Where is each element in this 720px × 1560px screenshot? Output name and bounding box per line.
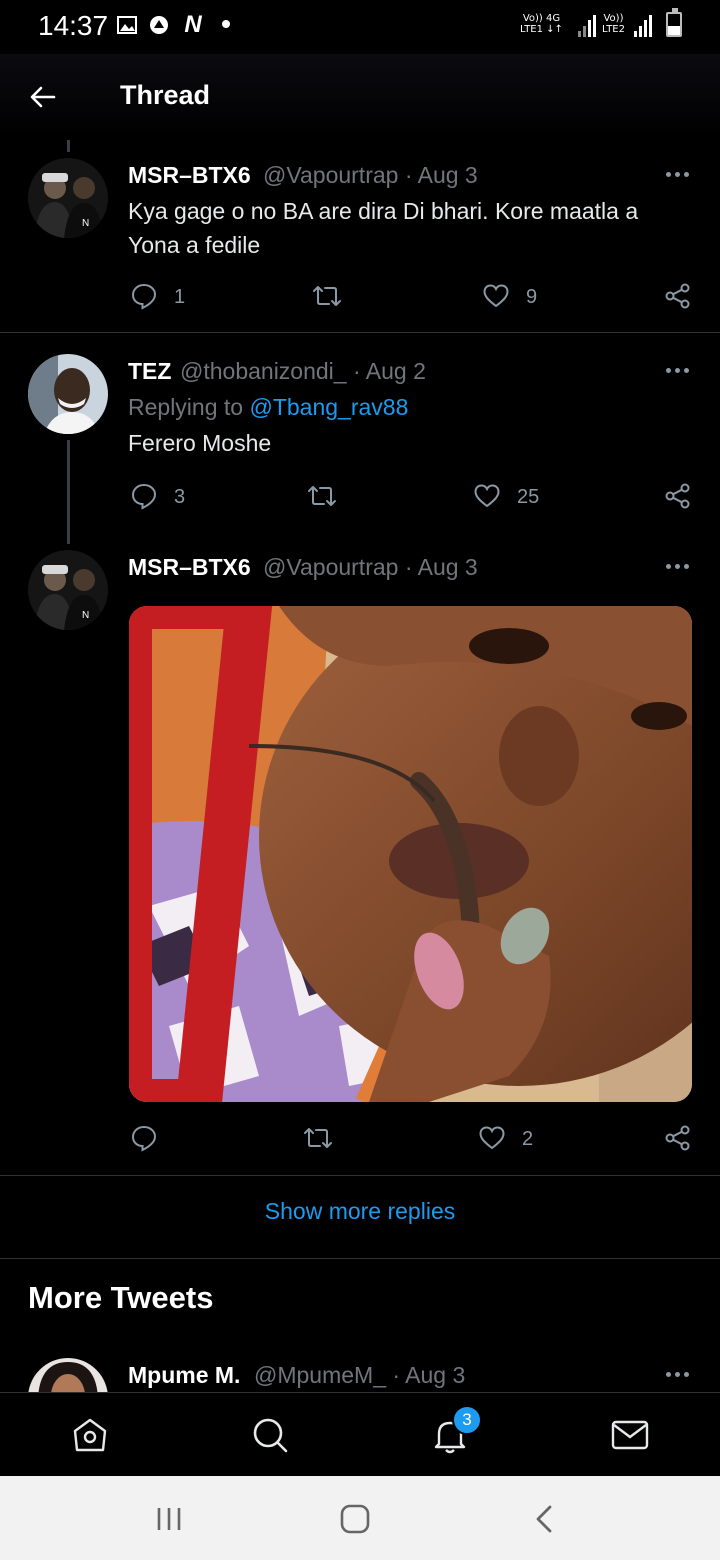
reply-count: 3 [174,486,186,508]
author-handle-date[interactable]: @MpumeM_ · Aug 3 [254,1362,465,1389]
replying-to: Replying to @Tbang_rav88 [128,394,409,420]
retweet-icon [313,286,341,306]
share-icon [665,483,690,509]
system-back-icon[interactable] [530,1504,560,1534]
svg-text:N: N [82,610,89,621]
reply-icon [131,483,157,510]
author-handle-date[interactable]: @thobanizondi_ · Aug 2 [180,358,426,385]
like-button[interactable]: 9 [482,282,572,312]
tweet-text: Ferero Moshe [128,430,272,456]
share-icon [665,1125,690,1151]
tweet[interactable]: N MSR–BTX6 @Vapourtrap · Aug 3 2 [0,542,720,1174]
reply-count: 1 [174,286,186,308]
app-notification-icon [148,14,170,36]
reply-icon [131,1125,157,1152]
notification-badge: 3 [452,1405,482,1435]
retweet-icon [304,1128,332,1148]
gallery-notification-icon [116,14,138,36]
section-divider [0,1258,720,1259]
more-options-icon[interactable] [666,368,692,376]
sim2-signal-icon [634,13,656,37]
retweet-button[interactable] [306,482,396,512]
share-button[interactable] [664,1124,694,1154]
share-icon [665,283,690,309]
share-button[interactable] [664,282,694,312]
status-bar: 14:37 N Vo)) 4G LTE1 ↓↑ Vo)) LTE2 [0,0,720,52]
heart-icon [474,484,500,508]
reply-button[interactable] [130,1124,220,1154]
more-options-icon[interactable] [666,564,692,572]
top-app-bar: Thread [0,54,720,138]
home-button-icon[interactable] [340,1504,370,1534]
retweet-button[interactable] [311,282,401,312]
like-count: 25 [517,486,540,508]
more-notifications-dot [222,20,230,28]
retweet-button[interactable] [302,1124,392,1154]
author-handle-date[interactable]: @Vapourtrap · Aug 3 [263,162,478,189]
more-tweets-heading: More Tweets [28,1280,214,1315]
back-arrow-icon[interactable] [28,82,58,112]
n-notification-icon: N [184,11,202,38]
replying-to-link[interactable]: @Tbang_rav88 [249,394,408,420]
avatar[interactable]: N [28,550,108,630]
heart-icon [483,284,509,308]
heart-icon [479,1126,505,1150]
author-handle-date[interactable]: @Vapourtrap · Aug 3 [263,554,478,581]
search-icon[interactable] [250,1415,290,1455]
tweet-text: Kya gage o no BA are dira Di bhari. Kore… [128,198,639,258]
avatar[interactable] [28,1358,108,1392]
like-count: 9 [526,286,538,308]
home-icon[interactable] [70,1415,110,1455]
battery-icon [666,8,682,37]
retweet-icon [308,486,336,506]
like-button[interactable]: 25 [473,482,563,512]
avatar[interactable]: N [28,158,108,238]
tweet-image[interactable] [129,606,692,1102]
tweet[interactable]: TEZ @thobanizondi_ · Aug 2 Replying to @… [0,346,720,526]
svg-text:N: N [82,218,89,229]
like-count: 2 [522,1128,534,1150]
tweet-divider [0,1175,720,1176]
sim1-signal-icon [578,13,600,37]
share-button[interactable] [664,482,694,512]
status-time: 14:37 [38,10,109,41]
show-more-replies-button[interactable]: Show more replies [0,1198,720,1225]
messages-icon[interactable] [610,1415,650,1455]
avatar[interactable] [28,354,108,434]
more-options-icon[interactable] [666,1372,692,1380]
reply-button[interactable]: 1 [130,282,220,312]
sim1-network-label: Vo)) 4G LTE1 ↓↑ [520,13,563,35]
page-title: Thread [120,80,211,110]
tweet-divider [0,332,720,333]
tweet[interactable]: N MSR–BTX6 @Vapourtrap · Aug 3 Kya gage … [0,150,720,332]
author-name[interactable]: Mpume M. [128,1362,240,1389]
system-navigation-bar [0,1476,720,1560]
author-name[interactable]: MSR–BTX6 [128,554,251,581]
more-options-icon[interactable] [666,172,692,180]
reply-button[interactable]: 3 [130,482,220,512]
author-name[interactable]: TEZ [128,358,171,385]
recent-apps-icon[interactable] [156,1506,182,1532]
reply-icon [131,283,157,310]
author-name[interactable]: MSR–BTX6 [128,162,251,189]
like-button[interactable]: 2 [478,1124,568,1154]
tweet-preview[interactable]: Mpume M. @MpumeM_ · Aug 3 [0,1352,720,1392]
sim2-network-label: Vo)) LTE2 [602,13,625,35]
bottom-navigation: 3 [0,1392,720,1477]
